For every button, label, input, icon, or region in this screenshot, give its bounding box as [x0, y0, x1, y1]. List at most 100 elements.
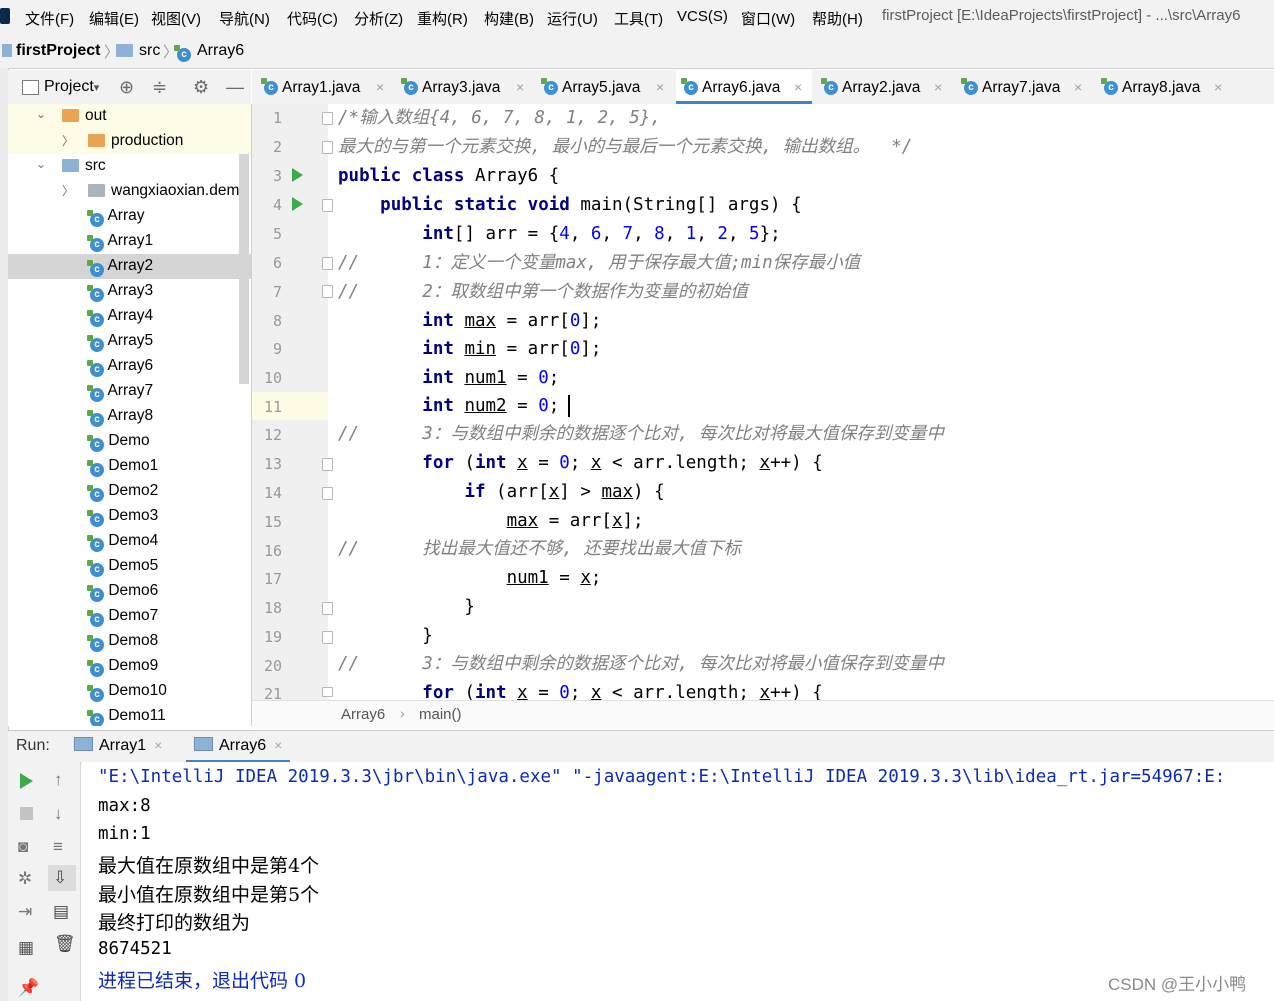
tab-array7[interactable]: c Array7.java ×	[956, 70, 1092, 104]
close-icon[interactable]: ×	[794, 79, 802, 95]
hide-panel-icon[interactable]: —	[226, 77, 244, 98]
fold-icon[interactable]	[322, 458, 333, 471]
tree-item-class[interactable]: c Demo1	[8, 454, 251, 479]
menu-view[interactable]: 视图(V)	[151, 8, 201, 29]
menu-code[interactable]: 代码(C)	[287, 8, 338, 29]
tree-item-class[interactable]: c Array3	[8, 279, 251, 304]
tree-item-class[interactable]: c Demo8	[8, 629, 251, 654]
pin-icon[interactable]: 📌	[18, 978, 39, 998]
tree-item-class[interactable]: c Demo9	[8, 654, 251, 679]
tree-item-out[interactable]: ⌄ out	[8, 104, 251, 129]
chevron-down-icon[interactable]: ⌄	[36, 107, 46, 121]
close-icon[interactable]: ×	[656, 79, 664, 95]
menu-build[interactable]: 构建(B)	[484, 8, 534, 29]
fold-icon[interactable]	[322, 141, 333, 154]
tree-item-production[interactable]: 〉 production	[8, 129, 251, 154]
tab-array6[interactable]: c Array6.java ×	[676, 70, 812, 104]
tree-item-class[interactable]: c Array1	[8, 229, 251, 254]
debug-icon[interactable]: ✲	[18, 869, 32, 889]
close-icon[interactable]: ×	[1074, 79, 1082, 95]
tree-item-class[interactable]: c Array5	[8, 329, 251, 354]
close-icon[interactable]: ×	[274, 737, 282, 753]
tab-array1[interactable]: c Array1.java ×	[256, 70, 392, 104]
menu-help[interactable]: 帮助(H)	[812, 8, 863, 29]
print-icon[interactable]: ▤	[53, 902, 69, 922]
chevron-down-icon[interactable]: ⌄	[36, 157, 46, 171]
gear-icon[interactable]: ⚙	[193, 77, 209, 98]
arrow-up-icon[interactable]: ↑	[54, 770, 63, 790]
menu-tools[interactable]: 工具(T)	[614, 8, 663, 29]
run-tab-array6[interactable]: Array6 ×	[194, 737, 282, 755]
tab-array8[interactable]: c Array8.java ×	[1096, 70, 1232, 104]
stop-icon[interactable]	[20, 807, 33, 820]
menu-refactor[interactable]: 重构(R)	[417, 8, 468, 29]
tree-scrollbar[interactable]	[239, 154, 249, 384]
soft-wrap-icon[interactable]: ≡	[53, 837, 63, 857]
close-icon[interactable]: ×	[154, 737, 162, 753]
menu-vcs[interactable]: VCS(S)	[677, 8, 728, 25]
locate-file-icon[interactable]: ⊕	[119, 77, 134, 98]
close-icon[interactable]: ×	[376, 79, 384, 95]
fold-icon[interactable]	[322, 112, 333, 125]
tree-item-class[interactable]: c Demo6	[8, 579, 251, 604]
tree-item-class[interactable]: c Array4	[8, 304, 251, 329]
menu-edit[interactable]: 编辑(E)	[89, 8, 139, 29]
collapse-all-icon[interactable]: ≑	[152, 77, 167, 98]
tree-item-class[interactable]: c Demo11	[8, 704, 251, 726]
code-editor[interactable]: /*输入数组{4, 6, 7, 8, 1, 2, 5}, 最大的与第一个元素交换…	[328, 104, 1274, 700]
line-number: 21	[263, 685, 282, 699]
line-number: 10	[263, 369, 282, 387]
close-icon[interactable]: ×	[516, 79, 524, 95]
tree-item-class[interactable]: c Array6	[8, 354, 251, 379]
breadcrumb-method[interactable]: main()	[419, 706, 462, 723]
tree-item-class-selected[interactable]: c Array2	[8, 254, 251, 279]
run-tab-array1[interactable]: Array1 ×	[74, 737, 162, 755]
tree-item-class[interactable]: c Demo3	[8, 504, 251, 529]
fold-icon[interactable]	[322, 199, 333, 212]
nav-file[interactable]: c Array6	[174, 42, 244, 62]
menu-window[interactable]: 窗口(W)	[741, 8, 795, 29]
project-view-selector[interactable]: Project▾	[44, 78, 99, 96]
arrow-down-icon[interactable]: ↓	[54, 804, 63, 824]
menu-run[interactable]: 运行(U)	[547, 8, 598, 29]
close-icon[interactable]: ×	[1214, 79, 1222, 95]
menu-analyze[interactable]: 分析(Z)	[354, 8, 403, 29]
trash-icon[interactable]: 🗑	[54, 934, 76, 954]
tree-item-class[interactable]: c Demo2	[8, 479, 251, 504]
fold-icon[interactable]	[322, 631, 333, 644]
tree-item-class[interactable]: c Array	[8, 204, 251, 229]
menu-file[interactable]: 文件(F)	[25, 8, 74, 29]
run-main-icon[interactable]	[292, 197, 303, 211]
tree-item-class[interactable]: c Demo10	[8, 679, 251, 704]
fold-icon[interactable]	[322, 285, 333, 298]
code-line: 最大的与第一个元素交换, 最小的与最后一个元素交换, 输出数组。 */	[338, 137, 913, 157]
run-console[interactable]: "E:\IntelliJ IDEA 2019.3.3\jbr\bin\java.…	[82, 762, 1274, 1001]
tree-item-class[interactable]: c Array7	[8, 379, 251, 404]
camera-icon[interactable]: ◙	[18, 837, 28, 857]
fold-icon[interactable]	[322, 487, 333, 500]
exit-icon[interactable]: ⇥	[18, 902, 32, 922]
tab-array2[interactable]: c Array2.java ×	[816, 70, 952, 104]
tree-item-src[interactable]: ⌄ src	[8, 154, 251, 179]
chevron-right-icon[interactable]: 〉	[62, 132, 74, 149]
layout-icon[interactable]: ▦	[18, 938, 34, 958]
tree-item-package[interactable]: 〉 wangxiaoxian.demo	[8, 179, 251, 204]
fold-icon[interactable]	[322, 257, 333, 270]
fold-icon[interactable]	[322, 687, 333, 697]
tab-array3[interactable]: c Array3.java ×	[396, 70, 532, 104]
tree-item-class[interactable]: c Demo4	[8, 529, 251, 554]
menu-navigate[interactable]: 导航(N)	[219, 8, 270, 29]
run-class-icon[interactable]	[292, 168, 303, 182]
nav-folder[interactable]: src	[116, 42, 160, 60]
tree-item-class[interactable]: c Demo7	[8, 604, 251, 629]
close-icon[interactable]: ×	[934, 79, 942, 95]
tree-item-class[interactable]: c Array8	[8, 404, 251, 429]
chevron-right-icon[interactable]: 〉	[62, 182, 74, 199]
rerun-icon[interactable]	[20, 773, 33, 789]
tree-item-class[interactable]: c Demo	[8, 429, 251, 454]
nav-project[interactable]: firstProject	[2, 42, 100, 60]
tab-array5[interactable]: c Array5.java ×	[536, 70, 672, 104]
breadcrumb-class[interactable]: Array6	[341, 706, 385, 723]
tree-item-class[interactable]: c Demo5	[8, 554, 251, 579]
fold-icon[interactable]	[322, 602, 333, 615]
